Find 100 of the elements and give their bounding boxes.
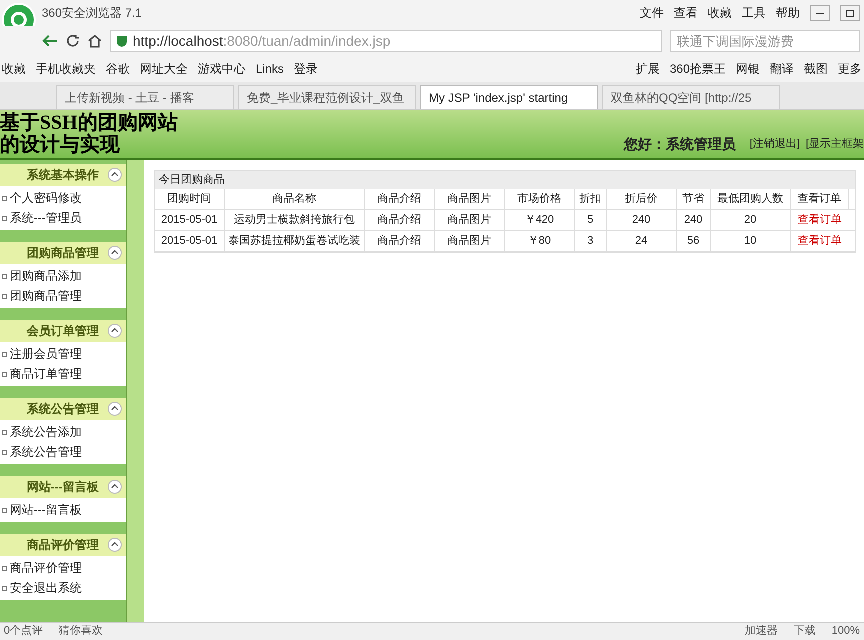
- bullet-icon: [2, 372, 7, 376]
- sidebar-item[interactable]: 系统---管理员: [10, 209, 82, 227]
- column-header: 团购时间: [155, 189, 225, 209]
- bullet-icon: [2, 352, 7, 356]
- column-header: 节省: [677, 189, 711, 209]
- bookmark-item[interactable]: 网银: [736, 60, 760, 78]
- reload-icon[interactable]: [66, 34, 80, 48]
- column-header: 商品介绍: [365, 189, 435, 209]
- back-icon[interactable]: [42, 34, 58, 48]
- bookmark-item[interactable]: 游戏中心: [198, 60, 246, 78]
- bullet-icon: [2, 566, 7, 570]
- minimize-icon[interactable]: [810, 5, 830, 21]
- sidebar-item[interactable]: 个人密码修改: [10, 189, 82, 207]
- menu-item[interactable]: 帮助: [776, 4, 800, 22]
- column-header: 商品图片: [435, 189, 505, 209]
- sidebar-item[interactable]: 注册会员管理: [10, 345, 82, 363]
- sidebar-item[interactable]: 团购商品管理: [10, 287, 82, 305]
- window-title: 360安全浏览器 7.1: [42, 5, 142, 22]
- sidebar-section-header[interactable]: 网站---留言板: [0, 476, 126, 498]
- bookmark-item[interactable]: 截图: [804, 60, 828, 78]
- table-caption: 今日团购商品: [155, 171, 855, 189]
- sidebar-item[interactable]: 安全退出系统: [10, 579, 82, 597]
- address-field[interactable]: http://localhost:8080/tuan/admin/index.jsp: [110, 30, 662, 52]
- sidebar-section-header[interactable]: 团购商品管理: [0, 242, 126, 264]
- bullet-icon: [2, 196, 7, 200]
- table-cell: 商品介绍: [365, 210, 435, 230]
- status-item[interactable]: 下载: [794, 623, 816, 640]
- table-cell: 5: [575, 210, 607, 230]
- browser-tab[interactable]: 上传新视频 - 土豆 - 播客: [56, 85, 234, 109]
- bullet-icon: [2, 508, 7, 512]
- table-cell: ￥420: [505, 210, 575, 230]
- table-cell: 240: [677, 210, 711, 230]
- bookmark-item[interactable]: 收藏: [2, 60, 26, 78]
- bookmark-item[interactable]: 更多: [838, 60, 862, 78]
- table-cell: 24: [607, 231, 677, 251]
- view-orders-link[interactable]: 查看订单: [791, 210, 849, 230]
- browser-tab[interactable]: 双鱼林的QQ空间 [http://25: [602, 85, 780, 109]
- bookmark-item[interactable]: 谷歌: [106, 60, 130, 78]
- bullet-icon: [2, 430, 7, 434]
- sidebar-item[interactable]: 商品订单管理: [10, 365, 82, 383]
- sidebar-section-header[interactable]: 系统公告管理: [0, 398, 126, 420]
- site-title: 基于SSH的团购网站: [0, 112, 178, 134]
- column-header: 市场价格: [505, 189, 575, 209]
- table-cell: 3: [575, 231, 607, 251]
- sidebar-item[interactable]: 商品评价管理: [10, 559, 82, 577]
- table-cell: 2015-05-01: [155, 210, 225, 230]
- bookmark-item[interactable]: 360抢票王: [670, 60, 726, 78]
- column-header: 最低团购人数: [711, 189, 791, 209]
- status-item[interactable]: 加速器: [744, 623, 778, 640]
- sidebar-section-header[interactable]: 会员订单管理: [0, 320, 126, 342]
- bullet-icon: [2, 450, 7, 454]
- table-cell: 20: [711, 210, 791, 230]
- url-path: :8080/tuan/admin/index.jsp: [223, 32, 391, 51]
- header-link[interactable]: [显示主框架: [806, 136, 864, 153]
- status-item[interactable]: 100%: [832, 623, 860, 640]
- table-cell: ￥80: [505, 231, 575, 251]
- column-header: 折扣: [575, 189, 607, 209]
- table-cell: 运动男士横款斜挎旅行包: [225, 210, 365, 230]
- bookmark-item[interactable]: 翻译: [770, 60, 794, 78]
- bookmark-item[interactable]: 登录: [294, 60, 318, 78]
- sidebar-section-header[interactable]: 系统基本操作: [0, 164, 126, 186]
- column-header: 折后价: [607, 189, 677, 209]
- table-cell: 240: [607, 210, 677, 230]
- site-title: 的设计与实现: [0, 134, 121, 156]
- browser-tab[interactable]: 免费_毕业课程范例设计_双鱼: [238, 85, 416, 109]
- sidebar-section-header[interactable]: 商品评价管理: [0, 534, 126, 556]
- greeting-text: 您好：系统管理员: [624, 135, 736, 154]
- header-link[interactable]: [注销退出]: [750, 136, 800, 153]
- status-item[interactable]: 0个点评: [4, 623, 44, 640]
- menu-item[interactable]: 收藏: [708, 4, 732, 22]
- table-cell: 56: [677, 231, 711, 251]
- sidebar-item[interactable]: 团购商品添加: [10, 267, 82, 285]
- table-cell: 2015-05-01: [155, 231, 225, 251]
- sidebar-item[interactable]: 系统公告添加: [10, 423, 82, 441]
- table-cell: 商品介绍: [365, 231, 435, 251]
- bookmark-item[interactable]: Links: [256, 60, 284, 78]
- home-icon[interactable]: [88, 34, 102, 48]
- menu-item[interactable]: 文件: [640, 4, 664, 22]
- menu-item[interactable]: 工具: [742, 4, 766, 22]
- search-field[interactable]: 联通下调国际漫游费: [670, 30, 860, 52]
- bookmark-item[interactable]: 网址大全: [140, 60, 188, 78]
- bullet-icon: [2, 216, 7, 220]
- bookmark-item[interactable]: 扩展: [636, 60, 660, 78]
- bullet-icon: [2, 586, 7, 590]
- sidebar-item[interactable]: 系统公告管理: [10, 443, 82, 461]
- maximize-icon[interactable]: [840, 5, 860, 21]
- column-header: 查看订单: [791, 189, 849, 209]
- bullet-icon: [2, 294, 7, 298]
- column-header: 商品名称: [225, 189, 365, 209]
- status-item[interactable]: 猜你喜欢: [59, 623, 104, 640]
- bookmark-item[interactable]: 手机收藏夹: [36, 60, 96, 78]
- browser-tab[interactable]: My JSP 'index.jsp' starting: [420, 85, 598, 109]
- table-cell: 10: [711, 231, 791, 251]
- url-host: http://localhost: [133, 32, 224, 51]
- shield-icon: [117, 36, 127, 46]
- table-cell: 商品图片: [435, 231, 505, 251]
- table-cell: 商品图片: [435, 210, 505, 230]
- menu-item[interactable]: 查看: [674, 4, 698, 22]
- view-orders-link[interactable]: 查看订单: [791, 231, 849, 251]
- table-cell: 泰国苏提拉椰奶蛋卷试吃装: [225, 231, 365, 251]
